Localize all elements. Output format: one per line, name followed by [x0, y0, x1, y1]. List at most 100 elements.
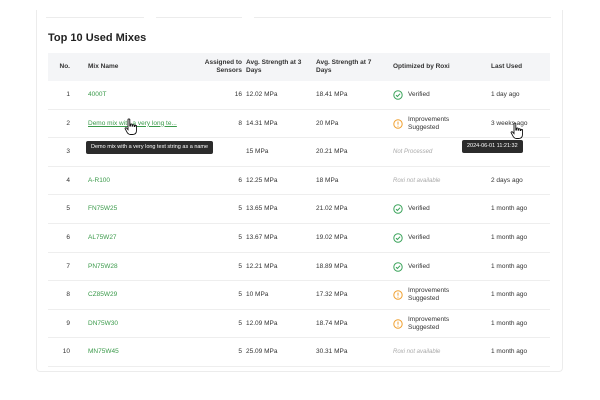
table-header: No. Mix Name Assigned to Sensors Avg. St…	[48, 53, 550, 81]
last-used[interactable]: 1 month ago	[491, 195, 549, 223]
assigned-count: 16	[234, 91, 242, 98]
avg-strength-3d: 14.31 MPa	[246, 119, 278, 127]
avg-strength-3d: 12.21 MPa	[246, 262, 278, 270]
row-number: 4	[66, 176, 70, 184]
status-improvements[interactable]: Improvements Suggested	[393, 287, 452, 303]
row-number: 3	[66, 148, 70, 156]
avg-strength-3d: 12.09 MPa	[246, 319, 278, 327]
col-optimized[interactable]: Optimized by Roxi	[393, 53, 473, 81]
status-text: Verified	[408, 91, 430, 98]
avg-strength-7d: 18 MPa	[316, 176, 339, 184]
last-used[interactable]: 1 month ago	[491, 338, 549, 366]
avg-strength-3d: 13.65 MPa	[246, 205, 278, 213]
warning-circle-icon	[393, 118, 408, 129]
avg-strength-7d: 20 MPa	[316, 119, 339, 127]
warning-circle-icon	[393, 290, 408, 300]
row-number: 9	[66, 319, 70, 327]
hand-pointer-icon	[510, 122, 523, 139]
assigned-count: 5	[238, 262, 242, 270]
assigned-count: 5	[238, 205, 242, 213]
assigned-count: 5	[238, 319, 242, 327]
avg-strength-7d: 30.31 MPa	[316, 348, 348, 356]
avg-strength-7d: 18.74 MPa	[316, 319, 348, 327]
mix-name-link[interactable]: 4000T	[88, 91, 106, 99]
status-text: Roxi not available	[393, 177, 441, 184]
table-row: 7 PN75W28 5 12.21 MPa 18.89 MPa Verified 1 mon…	[48, 253, 550, 282]
mixes-table: No. Mix Name Assigned to Sensors Avg. St…	[48, 53, 550, 367]
row-number: 8	[66, 291, 70, 299]
status-improvements[interactable]: Improvements Suggested	[393, 316, 452, 332]
mix-name-link[interactable]: DN75W30	[88, 320, 118, 328]
status-text: Verified	[408, 262, 430, 270]
mix-name-link[interactable]: AL75W27	[88, 234, 117, 242]
last-used[interactable]: 1 month ago	[491, 253, 549, 281]
col-assigned[interactable]: Assigned to Sensors	[186, 53, 242, 81]
avg-strength-7d: 19.02 MPa	[316, 233, 348, 241]
mix-name-link[interactable]: A-R100	[88, 177, 110, 185]
avg-strength-7d: 18.89 MPa	[316, 262, 348, 270]
last-used[interactable]: 1 day ago	[491, 81, 549, 109]
last-used[interactable]: 1 month ago	[491, 310, 549, 338]
avg-strength-3d: 15 MPa	[246, 148, 269, 156]
hand-pointer-icon	[124, 118, 137, 135]
table-row: 5 FN75W25 5 13.65 MPa 21.02 MPa Verified 1 mon…	[48, 195, 550, 224]
status-verified: Verified	[393, 261, 430, 272]
assigned-count: 5	[238, 233, 242, 241]
table-row: 1 4000T 16 12.02 MPa 18.41 MPa Verified 1 day …	[48, 81, 550, 110]
avg-strength-3d: 25.09 MPa	[246, 348, 278, 356]
card-divider	[46, 17, 551, 18]
table-row: 9 DN75W30 5 12.09 MPa 18.74 MPa Improvements …	[48, 310, 550, 339]
row-number: 6	[66, 233, 70, 241]
mix-name-tooltip: Demo mix with a very long text string as…	[86, 141, 214, 154]
status-verified: Verified	[393, 204, 430, 215]
status-text: Roxi not available	[393, 349, 441, 356]
status-text: Improvements Suggested	[408, 287, 450, 303]
avg-strength-3d: 12.25 MPa	[246, 176, 278, 184]
col-mix-name[interactable]: Mix Name	[88, 53, 178, 81]
check-circle-icon	[393, 204, 408, 215]
check-circle-icon	[393, 90, 408, 100]
avg-strength-7d: 18.41 MPa	[316, 91, 348, 98]
status-text: Improvements Suggested	[408, 315, 450, 331]
divider-gap	[242, 16, 254, 19]
avg-strength-3d: 10 MPa	[246, 291, 269, 299]
last-used[interactable]: 1 month ago	[491, 224, 549, 252]
table-row: 8 CZ85W29 5 10 MPa 17.32 MPa Improvements Sug…	[48, 281, 550, 310]
warning-circle-icon	[393, 319, 408, 329]
mix-name-link[interactable]: CZ85W29	[88, 291, 117, 299]
status-text: Improvements Suggested	[408, 115, 450, 131]
row-number: 2	[66, 119, 70, 127]
assigned-count: 6	[238, 176, 242, 184]
last-used[interactable]: 2 days ago	[491, 167, 549, 195]
assigned-count: 5	[238, 348, 242, 356]
section-title: Top 10 Used Mixes	[48, 32, 147, 44]
row-number: 7	[66, 262, 70, 270]
status-verified: Verified	[393, 90, 430, 100]
mix-name-link[interactable]: MN75W45	[88, 348, 119, 356]
avg-strength-3d: 12.02 MPa	[246, 91, 278, 98]
avg-strength-7d: 20.21 MPa	[316, 148, 348, 156]
avg-strength-7d: 21.02 MPa	[316, 205, 348, 213]
col-no[interactable]: No.	[48, 53, 70, 81]
row-number: 5	[66, 205, 70, 213]
col-avg7[interactable]: Avg. Strength at 7 Days	[316, 53, 378, 81]
mix-name-link[interactable]: PN75W28	[88, 263, 118, 271]
divider-gap	[144, 16, 156, 19]
status-text: Verified	[408, 205, 430, 213]
avg-strength-7d: 17.32 MPa	[316, 291, 348, 299]
table-row: 6 AL75W27 5 13.67 MPa 19.02 MPa Verified 1 mon…	[48, 224, 550, 253]
avg-strength-3d: 13.67 MPa	[246, 233, 278, 241]
row-number: 1	[66, 91, 70, 98]
mix-name-link[interactable]: FN75W25	[88, 205, 117, 213]
last-used[interactable]: 1 month ago	[491, 281, 549, 309]
col-avg3[interactable]: Avg. Strength at 3 Days	[246, 53, 308, 81]
status-improvements[interactable]: Improvements Suggested	[393, 116, 452, 132]
assigned-count: 5	[238, 291, 242, 299]
row-number: 10	[62, 348, 70, 356]
status-verified: Verified	[393, 233, 430, 243]
table-row: 4 A-R100 6 12.25 MPa 18 MPa Roxi not availabl…	[48, 167, 550, 196]
check-circle-icon	[393, 233, 408, 243]
status-text: Not Processed	[393, 149, 433, 156]
col-last-used[interactable]: Last Used	[491, 53, 546, 81]
last-used-tooltip: 2024-06-01 11:21:32	[462, 140, 523, 153]
